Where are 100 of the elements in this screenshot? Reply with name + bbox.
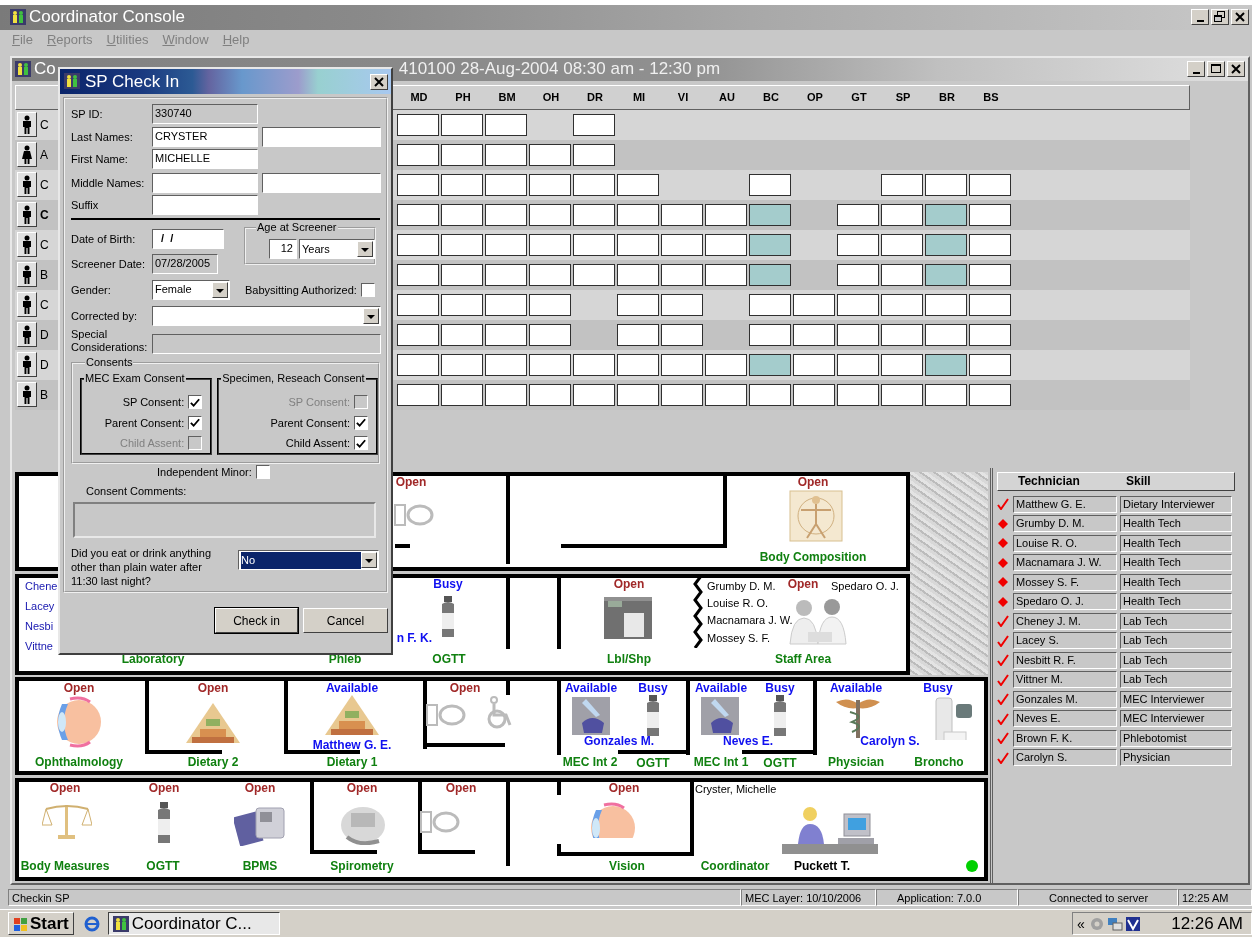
field-label: Middle Names:	[71, 176, 146, 189]
room-name: Physician	[828, 754, 884, 769]
checkbox[interactable]	[188, 415, 203, 430]
room-status: Available	[564, 680, 618, 695]
clock: 12:26 AM	[1171, 913, 1243, 934]
room-status: Busy	[638, 680, 668, 695]
room-name: OGTT	[636, 755, 670, 770]
network-icon[interactable]	[1106, 915, 1123, 932]
minimize-icon	[1196, 19, 1204, 22]
number-field[interactable]: 12	[269, 239, 297, 259]
status-text: Application: 7.0.0	[876, 888, 1018, 906]
date-field[interactable]: 07/28/2005	[152, 253, 218, 274]
room-status: Open	[346, 780, 378, 795]
room-name: BPMS	[242, 858, 278, 873]
app-icon	[64, 72, 82, 91]
checkbox-label: Independent Minor:	[157, 466, 252, 478]
taskbar-button[interactable]: Coordinator C...	[107, 912, 280, 936]
checkbox[interactable]	[255, 465, 270, 479]
corrected-by-dropdown[interactable]	[152, 305, 381, 326]
comments-field[interactable]	[73, 502, 376, 538]
field-label: SP ID:	[71, 108, 104, 120]
column-header[interactable]: Technician	[1018, 474, 1126, 488]
technician-field: Mossey S. F.	[1013, 573, 1117, 591]
input-field[interactable]: CRYSTER	[152, 126, 258, 147]
patient-initial: C	[40, 207, 49, 222]
status-text: 12:25 AM	[1178, 888, 1252, 906]
room-status: Open	[608, 780, 640, 795]
checkbox[interactable]	[354, 415, 368, 430]
start-button[interactable]: Start	[8, 912, 74, 936]
close-button[interactable]	[1231, 9, 1249, 26]
room-name: OGTT	[146, 858, 180, 873]
minimize-button[interactable]	[1187, 61, 1205, 77]
gender-dropdown[interactable]: Female	[152, 279, 230, 300]
room-name: Staff Area	[774, 651, 832, 666]
date-field[interactable]: / /	[152, 228, 224, 249]
technician-field: Brown F. K.	[1013, 729, 1117, 747]
maximize-icon	[1209, 62, 1223, 76]
column-header[interactable]: Skill	[1126, 474, 1151, 488]
checkbox[interactable]	[354, 436, 368, 451]
unit-dropdown[interactable]: Years	[299, 239, 375, 259]
skill-field: Lab Tech	[1120, 632, 1232, 650]
input-field[interactable]	[152, 194, 258, 215]
column-header: BS	[982, 91, 1000, 103]
patient-initial: A	[40, 147, 48, 162]
room-name: Spirometry	[330, 858, 394, 873]
checkbox[interactable]	[188, 395, 203, 410]
minimize-icon	[1192, 71, 1200, 74]
checkbox-label: Parent Consent:	[270, 416, 350, 429]
column-header: MD	[409, 91, 429, 103]
group-title: MEC Exam Consent	[84, 372, 186, 385]
close-button[interactable]	[1227, 61, 1245, 77]
input-field[interactable]	[262, 172, 381, 193]
maximize-button[interactable]	[1207, 61, 1225, 77]
room-status: Available	[694, 680, 748, 695]
answer-dropdown[interactable]: No	[238, 550, 379, 570]
close-button[interactable]	[370, 73, 388, 90]
room-status: Open	[63, 680, 95, 695]
field-label: First Name:	[71, 152, 129, 165]
group-title: Consents	[85, 356, 134, 369]
input-field[interactable]: MICHELLE	[152, 148, 258, 169]
chair-icon	[572, 696, 610, 735]
input-field[interactable]	[152, 172, 258, 193]
session-title: Co	[34, 59, 56, 79]
technician-field: Matthew G. E.	[1013, 495, 1117, 513]
skill-field: Lab Tech	[1120, 612, 1232, 630]
tray-toggle[interactable]: «	[1077, 915, 1085, 932]
field-label: Corrected by:	[71, 309, 139, 322]
field-label: Gender:	[71, 283, 112, 296]
minimize-button[interactable]	[1191, 9, 1209, 26]
group-title: Age at Screener	[256, 221, 338, 234]
special-field[interactable]	[152, 333, 381, 354]
input-field[interactable]	[262, 126, 381, 147]
room-name: Body Measures	[20, 858, 110, 873]
close-icon	[1229, 62, 1243, 76]
field-label: Date of Birth:	[71, 232, 137, 245]
browser-icon[interactable]	[83, 915, 100, 932]
column-header: BC	[762, 91, 780, 103]
skill-field: Health Tech	[1120, 573, 1232, 591]
id-field[interactable]: 330740	[152, 104, 258, 124]
dialog-button[interactable]: Check in	[215, 608, 298, 633]
patient-initial: D	[40, 357, 49, 372]
room-name: Ophthalmology	[35, 754, 123, 769]
staff-name: Chene	[25, 578, 58, 593]
room-name: Dietary 2	[187, 754, 239, 769]
column-header: AU	[718, 91, 736, 103]
close-icon	[372, 74, 386, 89]
windows-flag-icon	[13, 915, 28, 932]
skill-field: Phlebotomist	[1120, 729, 1232, 747]
room-status: Open	[49, 780, 81, 795]
status-text: Connected to server	[1018, 888, 1178, 906]
app-icon	[112, 915, 129, 932]
app-tray-icon[interactable]	[1124, 915, 1141, 932]
skill-field: MEC Interviewer	[1120, 690, 1232, 708]
dialog-button[interactable]: Cancel	[303, 608, 388, 633]
checkbox[interactable]	[360, 282, 375, 297]
room-status: Available	[829, 680, 883, 695]
restore-icon	[1213, 10, 1227, 25]
technician-field: Spedaro O. J.	[1013, 593, 1117, 611]
staff-name: Carolyn S.	[860, 733, 920, 748]
restore-button[interactable]	[1211, 9, 1229, 26]
